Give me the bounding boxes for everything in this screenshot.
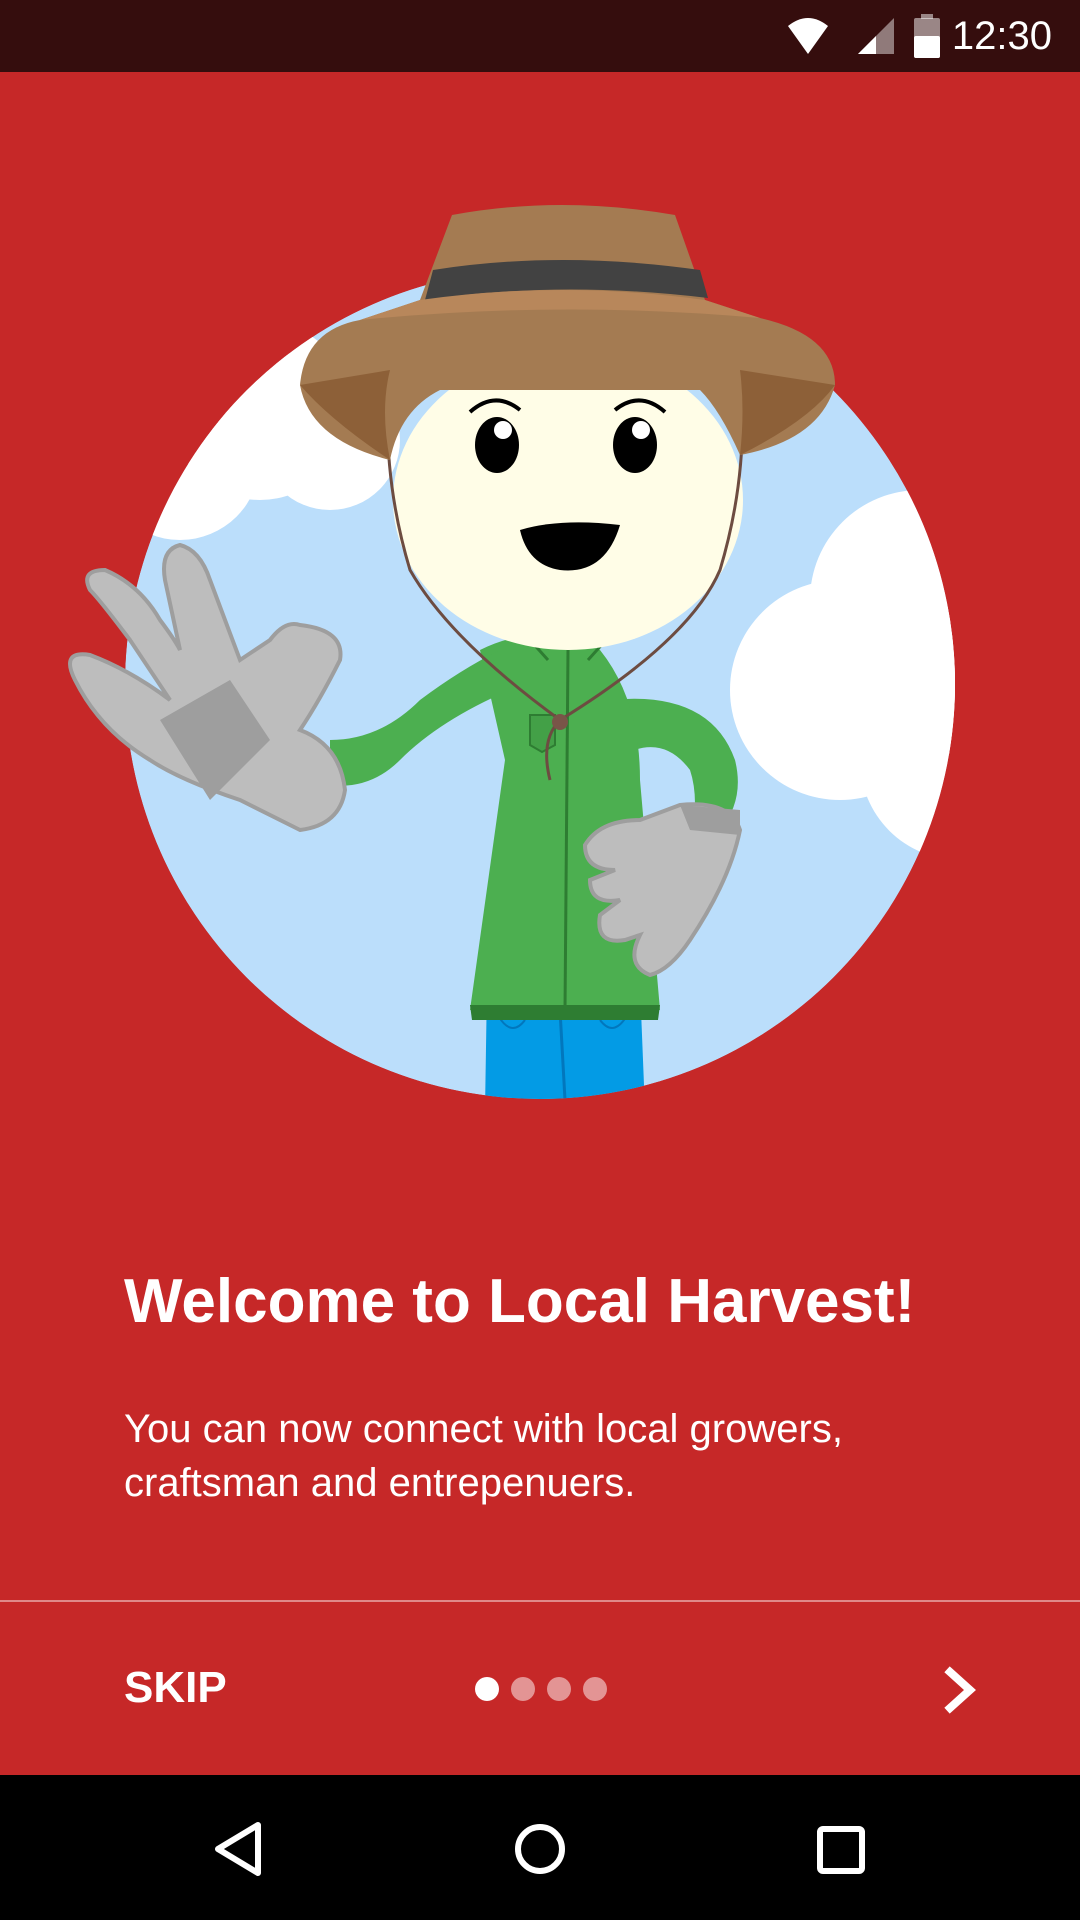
cell-signal-icon [854, 14, 898, 63]
farmer-illustration [68, 205, 955, 1099]
home-icon [515, 1824, 565, 1874]
skip-button[interactable]: SKIP [124, 1658, 227, 1718]
wifi-icon [786, 14, 830, 63]
chevron-right-icon [944, 1666, 976, 1714]
page-dot-3 [547, 1677, 571, 1701]
hero-illustration [0, 72, 1080, 1122]
page-dot-4 [583, 1677, 607, 1701]
recents-button[interactable] [800, 1809, 880, 1889]
home-button[interactable] [500, 1809, 580, 1889]
system-nav-bar [0, 1775, 1080, 1920]
battery-icon [912, 14, 942, 63]
welcome-description: You can now connect with local growers, … [124, 1407, 843, 1505]
page-dot-2 [511, 1677, 535, 1701]
onboarding-footer: SKIP [0, 1602, 1080, 1775]
back-button[interactable] [200, 1809, 280, 1889]
status-bar: 12:30 [0, 0, 1080, 72]
status-time: 12:30 [951, 14, 1052, 58]
face [393, 350, 743, 650]
recents-icon [817, 1826, 865, 1874]
next-button[interactable] [920, 1650, 1000, 1730]
page-dot-1 [475, 1677, 499, 1701]
welcome-title: Welcome to Local Harvest! [124, 1267, 916, 1336]
back-icon [215, 1822, 261, 1876]
